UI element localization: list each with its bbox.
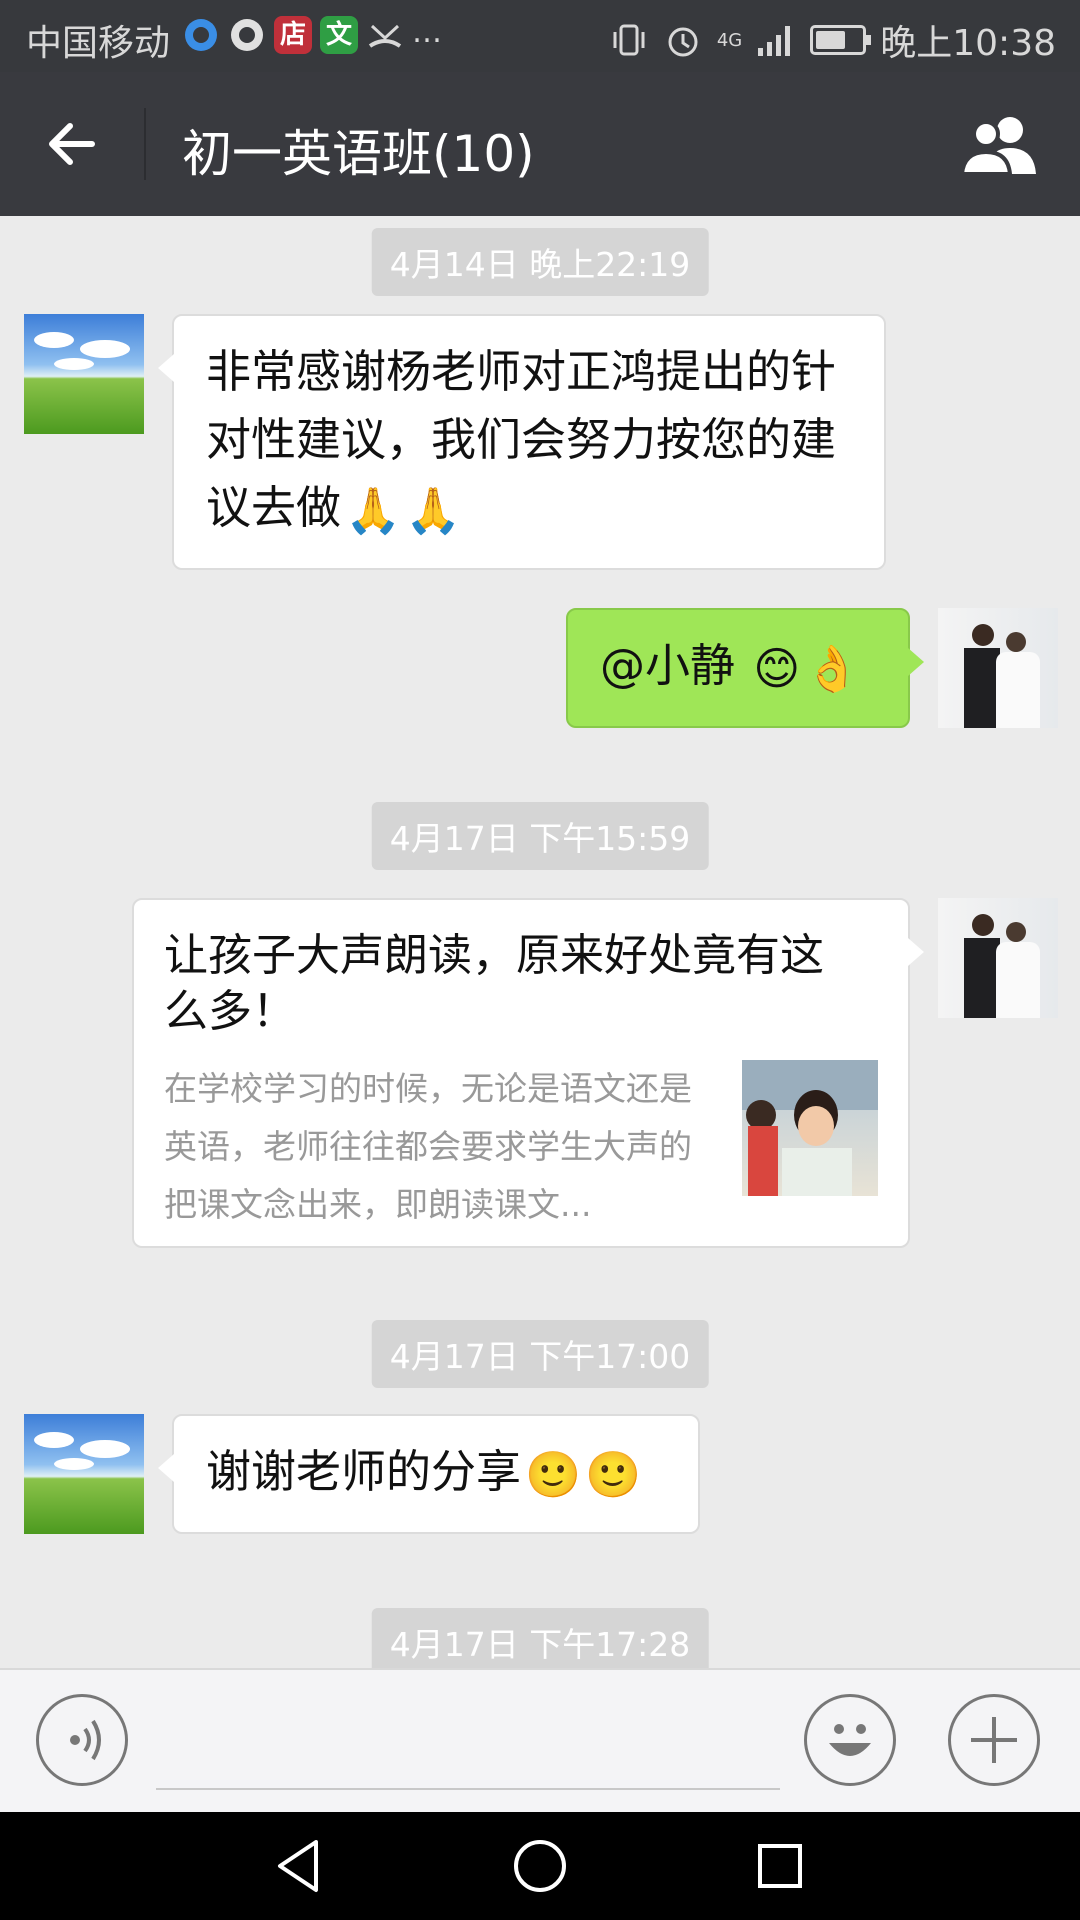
status-bar: 中国移动 店 文 … 4G 晚上10:38 xyxy=(0,0,1080,72)
clock: 晚上10:38 xyxy=(880,23,1056,64)
pray-emoji-icon: 🙏 xyxy=(405,484,462,537)
avatar[interactable] xyxy=(24,314,144,434)
chat-title: 初一英语班(10) xyxy=(182,125,535,183)
ok-hand-emoji-icon: 👌 xyxy=(804,642,861,695)
nav-back-icon[interactable] xyxy=(268,1834,332,1898)
emoji-icon xyxy=(829,1724,871,1756)
link-card-thumbnail xyxy=(742,1060,878,1196)
timestamp: 4月17日 下午17:00 xyxy=(371,1320,709,1388)
input-bar xyxy=(0,1668,1080,1814)
message-text: @小静 xyxy=(600,639,750,692)
voice-button[interactable] xyxy=(36,1694,128,1786)
vibrate-icon xyxy=(613,24,645,56)
carrier-name: 中国移动 xyxy=(26,23,171,64)
voice-icon xyxy=(70,1719,101,1761)
system-nav-bar xyxy=(0,1812,1080,1920)
browser-icon xyxy=(185,19,217,51)
timestamp: 4月17日 下午17:28 xyxy=(371,1608,709,1668)
smile-emoji-icon: 🙂 xyxy=(525,1448,582,1501)
message-bubble[interactable]: 谢谢老师的分享🙂🙂 xyxy=(158,1414,700,1534)
message-text: 非常感谢杨老师对正鸿提出的针对性建议，我们会努力按您的建议去做 xyxy=(206,345,837,534)
more-notifications: … xyxy=(412,15,442,50)
q-icon xyxy=(231,19,263,51)
avatar[interactable] xyxy=(24,1414,144,1534)
nav-home-icon[interactable] xyxy=(508,1834,572,1898)
message-text: 谢谢老师的分享 xyxy=(206,1445,522,1498)
my-avatar[interactable] xyxy=(938,608,1058,728)
battery-icon xyxy=(810,25,872,55)
notification-icons: 店 文 … xyxy=(182,16,442,54)
emoji-button[interactable] xyxy=(804,1694,896,1786)
back-arrow-icon[interactable] xyxy=(40,112,104,176)
network-type: 4G xyxy=(716,29,743,51)
message-bubble-sent[interactable]: @小静 😊👌 xyxy=(566,608,924,728)
plus-icon xyxy=(971,1717,1017,1763)
timestamp: 4月14日 晚上22:19 xyxy=(371,228,709,296)
smile-emoji-icon: 😊 xyxy=(753,642,801,695)
alarm-icon xyxy=(668,27,698,57)
group-members-icon[interactable] xyxy=(956,112,1042,176)
missed-call-icon xyxy=(368,24,402,48)
title-divider xyxy=(144,108,146,180)
link-card-description: 在学校学习的时候，无论是语文还是英语，老师往往都会要求学生大声的把课文念出来，即… xyxy=(164,1069,692,1224)
pray-emoji-icon: 🙏 xyxy=(345,484,402,537)
store-icon: 店 xyxy=(274,16,312,54)
message-bubble[interactable]: 非常感谢杨老师对正鸿提出的针对性建议，我们会努力按您的建议去做🙏🙏 xyxy=(158,314,886,570)
title-bar: 初一英语班(10) xyxy=(0,72,1080,216)
message-input[interactable] xyxy=(156,1788,780,1790)
plus-button[interactable] xyxy=(948,1694,1040,1786)
link-card[interactable]: 让孩子大声朗读，原来好处竟有这么多！ 在学校学习的时候，无论是语文还是英语，老师… xyxy=(132,898,924,1248)
smile-emoji-icon: 🙂 xyxy=(585,1448,642,1501)
timestamp: 4月17日 下午15:59 xyxy=(371,802,709,870)
signal-icon xyxy=(758,26,791,56)
chat-area[interactable]: 4月14日 晚上22:19 非常感谢杨老师对正鸿提出的针对性建议，我们会努力按您… xyxy=(0,216,1080,1668)
nav-recents-icon[interactable] xyxy=(748,1834,812,1898)
my-avatar[interactable] xyxy=(938,898,1058,1018)
link-card-title: 让孩子大声朗读，原来好处竟有这么多！ xyxy=(164,930,824,1037)
text-app-icon: 文 xyxy=(320,16,358,54)
